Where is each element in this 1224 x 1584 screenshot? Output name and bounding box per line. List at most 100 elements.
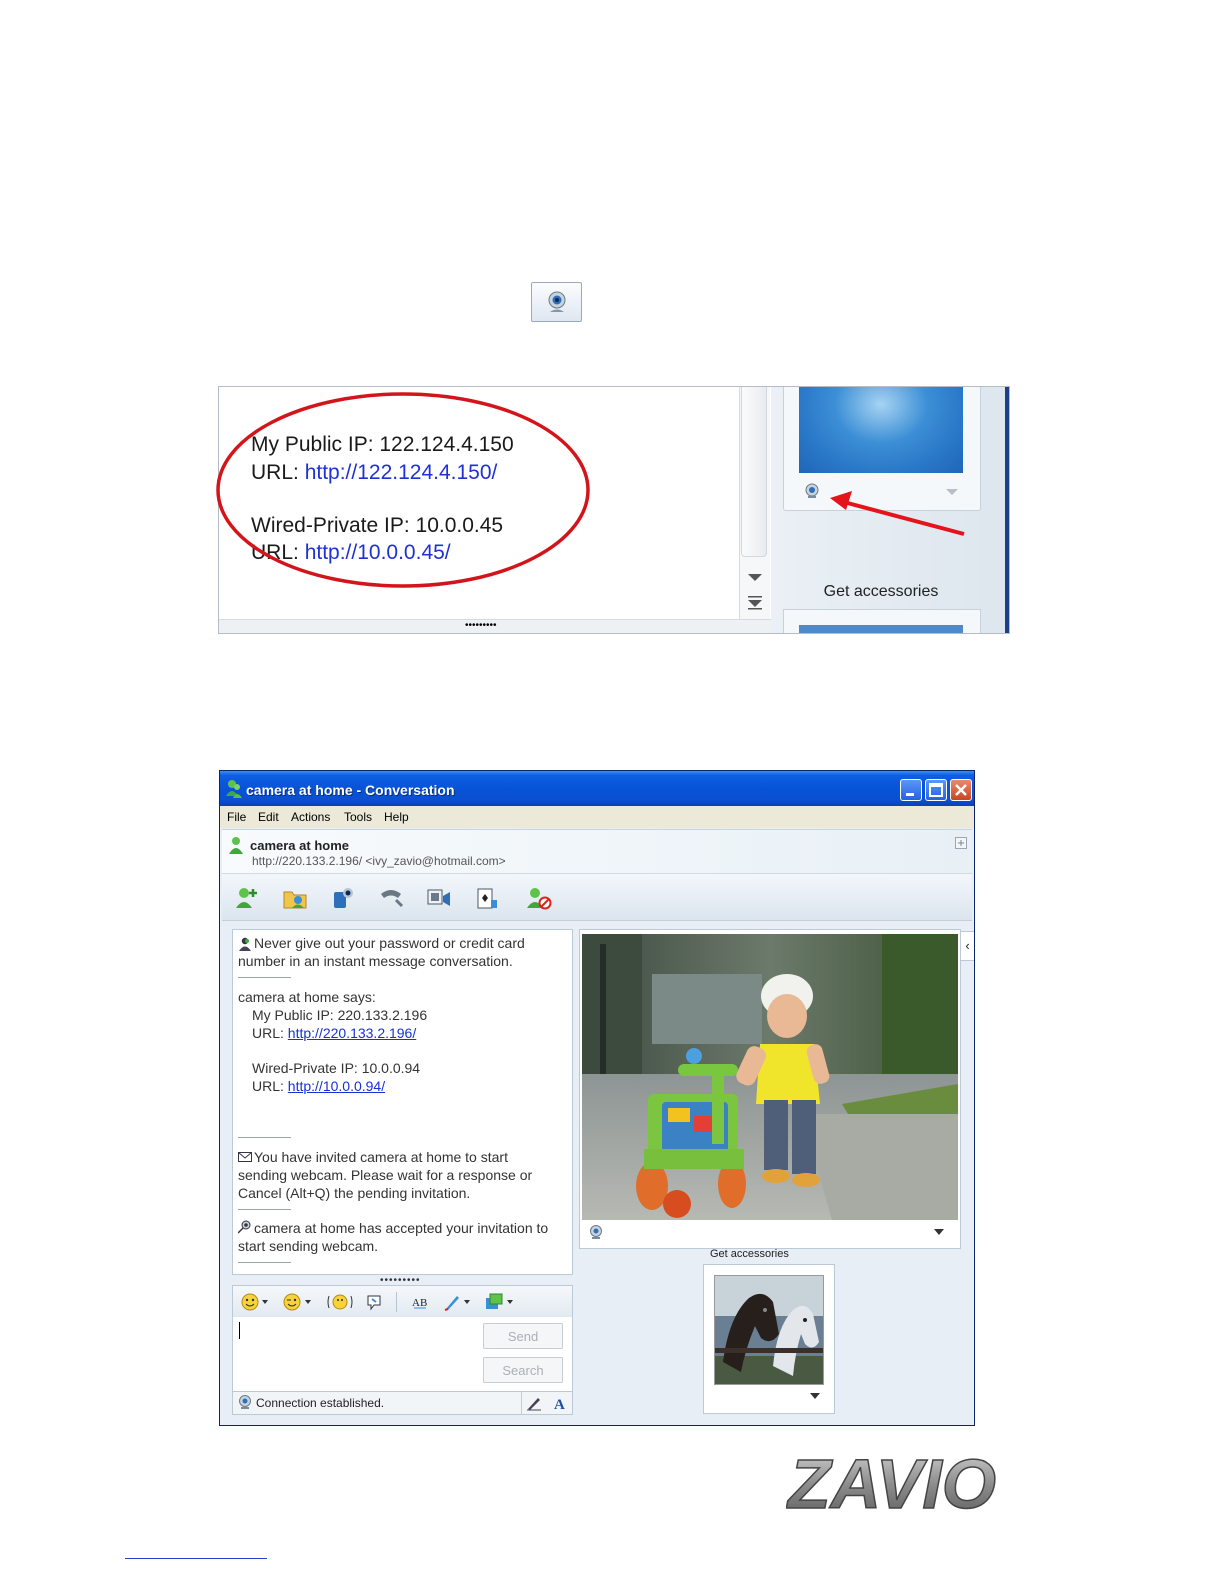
envelope-icon [238, 1152, 252, 1162]
format-toolbar: AB [232, 1285, 573, 1319]
wink-icon[interactable] [283, 1293, 301, 1311]
webcam-button[interactable] [531, 282, 582, 322]
contact-status-icon [229, 837, 243, 854]
call-phone-icon[interactable] [378, 886, 404, 910]
invite-line-3: Cancel (Alt+Q) the pending invitation. [238, 1185, 471, 1201]
window-title: camera at home - Conversation [246, 782, 455, 798]
red-arrow-line [839, 499, 965, 536]
warning-line-2: number in an instant message conversatio… [238, 953, 513, 969]
zoom-accessory-image [799, 625, 963, 633]
webcam-video-panel [579, 929, 961, 1249]
status-divider [521, 1392, 522, 1414]
handwriting-mode-icon[interactable] [525, 1394, 543, 1412]
invite-contact-icon[interactable] [234, 886, 260, 910]
menu-help[interactable]: Help [384, 810, 409, 824]
wink-animation-icon[interactable] [365, 1293, 383, 1311]
menu-tools[interactable]: Tools [344, 810, 372, 824]
logo-text: ZAVIO [786, 1450, 996, 1514]
send-files-icon[interactable] [282, 886, 308, 910]
connection-status: Connection established. [256, 1396, 385, 1410]
display-picture-box [703, 1264, 835, 1414]
font-icon[interactable]: A [551, 1394, 569, 1412]
webcam-video[interactable] [582, 934, 958, 1220]
url-prefix: URL: [252, 1078, 288, 1094]
action-toolbar [222, 873, 972, 921]
menu-bar: File Edit Actions Tools Help [220, 806, 974, 828]
red-arrow-head-icon [830, 491, 852, 510]
background-picker-icon[interactable] [485, 1293, 503, 1311]
red-highlight-circle [216, 392, 590, 588]
message-separator [238, 977, 291, 978]
public-url-link[interactable]: http://220.133.2.196/ [288, 1025, 416, 1041]
conversation-history: Never give out your password or credit c… [232, 929, 573, 1275]
video-call-icon[interactable] [330, 886, 356, 910]
webcam-icon [548, 291, 566, 312]
message-separator [238, 1209, 291, 1210]
contact-name: camera at home [250, 838, 349, 853]
minimize-button[interactable] [900, 779, 922, 801]
webcam-status-icon [239, 1395, 251, 1409]
annotation-overlay [216, 392, 965, 588]
url-prefix: URL: [252, 1025, 288, 1041]
chevron-down-icon[interactable] [464, 1300, 470, 1304]
chevron-down-icon[interactable] [262, 1300, 268, 1304]
activities-icon[interactable] [426, 886, 452, 910]
zavio-logo: ZAVIO [786, 1450, 997, 1514]
svg-text:A: A [554, 1397, 565, 1412]
conversation-window: camera at home - Conversation File Edit … [219, 770, 975, 1426]
contact-address: http://220.133.2.196/ <ivy_zavio@hotmail… [252, 854, 506, 868]
get-accessories-link[interactable]: Get accessories [710, 1248, 789, 1260]
warning-line-1: Never give out your password or credit c… [254, 935, 525, 951]
sender-says: camera at home says: [238, 989, 376, 1005]
accept-line-1: camera at home has accepted your invitat… [254, 1220, 549, 1236]
chevron-down-icon[interactable] [305, 1300, 311, 1304]
send-button[interactable]: Send [483, 1323, 563, 1349]
webcam-scene-image [582, 934, 958, 1220]
status-bar: Connection established. A [232, 1391, 573, 1415]
emoticon-icon[interactable] [241, 1293, 259, 1311]
menu-edit[interactable]: Edit [258, 810, 279, 824]
chevron-down-icon[interactable] [507, 1300, 513, 1304]
maximize-icon [929, 783, 943, 797]
collapse-header-icon[interactable] [955, 837, 967, 849]
invite-line-1: You have invited camera at home to start [254, 1149, 508, 1165]
message-private-ip: Wired-Private IP: 10.0.0.94 [252, 1060, 421, 1076]
webcam-small-icon[interactable] [589, 1225, 603, 1240]
chevron-down-icon[interactable] [810, 1393, 820, 1399]
messenger-buddy-icon [226, 780, 242, 798]
message-separator [238, 1262, 291, 1263]
search-button[interactable]: Search [483, 1357, 563, 1383]
nudge-icon[interactable] [327, 1293, 353, 1311]
zoom-grip[interactable]: ••••••••• [465, 620, 497, 631]
footer-rule [125, 1558, 267, 1559]
chevron-down-icon[interactable] [934, 1229, 944, 1235]
message-input[interactable]: Send Search [232, 1317, 573, 1392]
close-button[interactable] [950, 779, 972, 801]
block-contact-icon[interactable] [526, 886, 552, 910]
collapse-panel-button[interactable]: ‹ [960, 931, 974, 961]
display-picture[interactable] [714, 1275, 824, 1385]
maximize-button[interactable] [925, 779, 947, 801]
title-bar[interactable]: camera at home - Conversation [220, 771, 974, 806]
webcam-accepted-icon [238, 1220, 251, 1234]
contact-header: camera at home http://220.133.2.196/ <iv… [222, 829, 972, 874]
message-private-url-line: URL: http://10.0.0.94/ [252, 1078, 385, 1094]
security-warning-icon [239, 937, 251, 951]
message-separator [238, 1137, 291, 1138]
text-caret [239, 1322, 240, 1339]
private-url-link[interactable]: http://10.0.0.94/ [288, 1078, 385, 1094]
horses-picture-image [715, 1276, 823, 1384]
message-public-ip: My Public IP: 220.133.2.196 [252, 1007, 428, 1023]
invite-line-2: sending webcam. Please wait for a respon… [238, 1167, 533, 1183]
svg-text:AB: AB [412, 1297, 427, 1309]
toolbar-divider [396, 1292, 397, 1312]
games-icon[interactable] [474, 886, 500, 910]
minimize-icon [906, 793, 914, 796]
message-public-url-line: URL: http://220.133.2.196/ [252, 1025, 416, 1041]
handwriting-pen-icon[interactable] [443, 1293, 461, 1311]
menu-actions[interactable]: Actions [291, 810, 330, 824]
spell-check-icon[interactable]: AB [411, 1293, 429, 1311]
menu-file[interactable]: File [227, 810, 246, 824]
close-icon [955, 784, 967, 796]
accept-line-2: start sending webcam. [238, 1238, 379, 1254]
